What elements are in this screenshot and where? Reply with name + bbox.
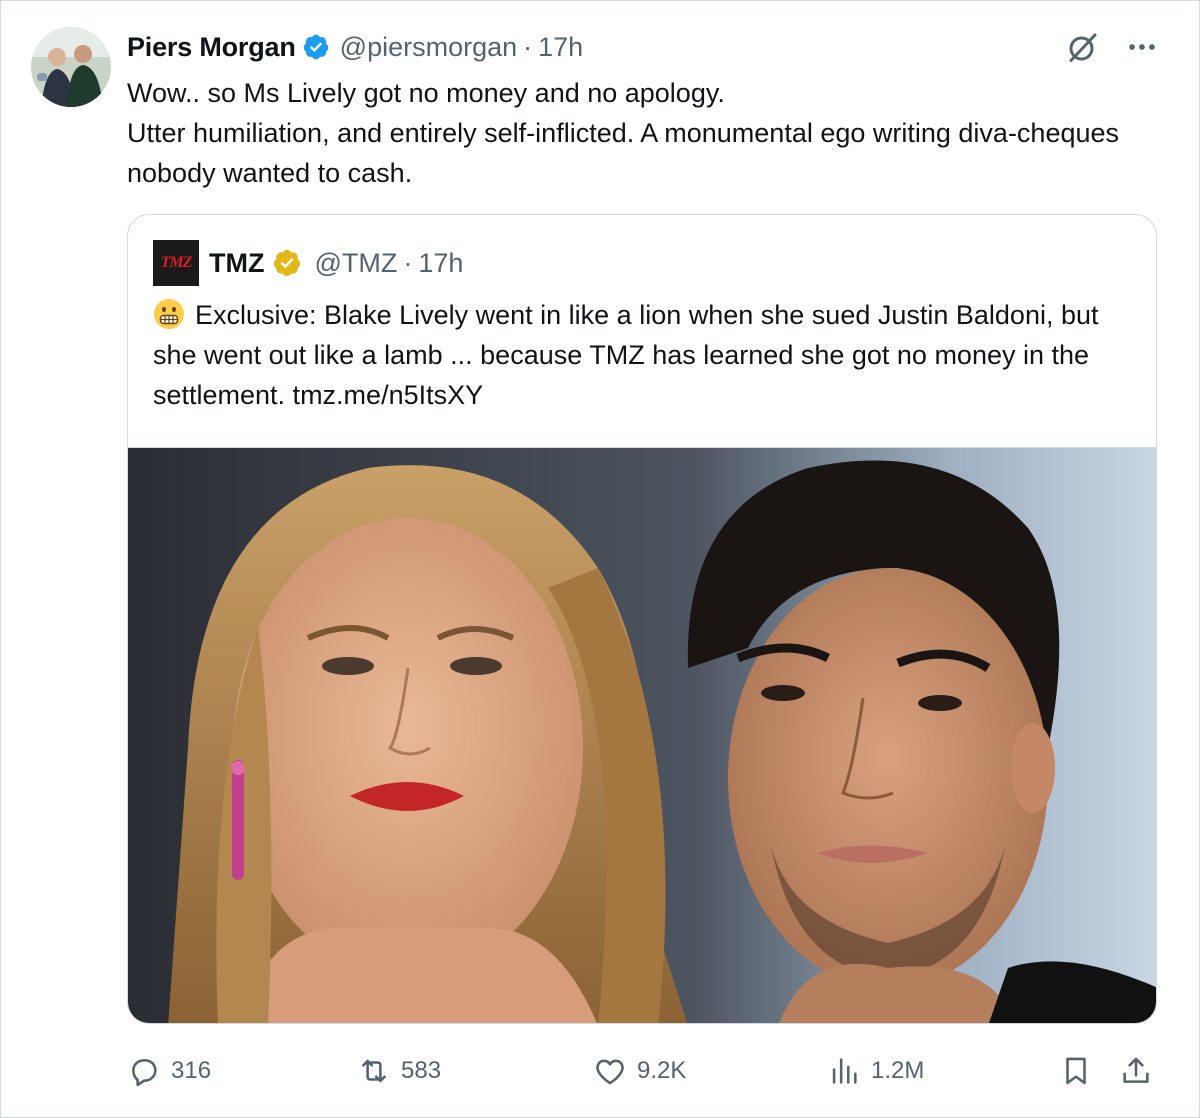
timestamp[interactable]: 17h xyxy=(538,32,583,63)
avatar[interactable] xyxy=(31,27,111,107)
quoted-tweet-body: Exclusive: Blake Lively went in like a l… xyxy=(153,300,1099,410)
separator-dot: · xyxy=(523,31,533,62)
separator-dot: · xyxy=(403,247,413,278)
gold-verified-badge-icon xyxy=(274,249,301,277)
more-icon[interactable] xyxy=(1125,30,1159,64)
quoted-tweet-header: TMZ TMZ @TMZ · 17h xyxy=(153,240,463,286)
tweet-actions: 316 583 9.2K 1.2M xyxy=(127,1049,1163,1093)
tweet-text: Wow.. so Ms Lively got no money and no a… xyxy=(127,73,1137,193)
verified-badge-icon xyxy=(303,34,328,60)
avatar-photo xyxy=(31,27,111,107)
grok-icon[interactable] xyxy=(1065,29,1101,65)
analytics-icon xyxy=(832,1058,857,1084)
reply-button[interactable]: 316 xyxy=(127,1049,211,1093)
reply-icon xyxy=(132,1059,157,1087)
bookmark-icon xyxy=(1066,1057,1086,1085)
tweet-text-line: Utter humiliation, and entirely self-inf… xyxy=(127,118,1120,188)
share-icon xyxy=(1123,1057,1149,1083)
view-count: 1.2M xyxy=(871,1057,925,1084)
repost-button[interactable]: 583 xyxy=(357,1049,441,1093)
tweet-header: Piers Morgan @piersmorgan · 17h xyxy=(127,29,583,65)
tweet-card[interactable]: Piers Morgan @piersmorgan · 17h Wow.. so… xyxy=(0,0,1200,1118)
quoted-tweet-image[interactable] xyxy=(128,447,1156,1023)
tweet-top-actions xyxy=(1065,29,1159,65)
heart-icon xyxy=(596,1059,624,1085)
repost-icon xyxy=(362,1059,386,1083)
like-button[interactable]: 9.2K xyxy=(593,1049,686,1093)
reply-count: 316 xyxy=(171,1057,212,1084)
quoted-author-handle[interactable]: @TMZ xyxy=(314,248,397,279)
grimacing-face-icon xyxy=(154,299,184,329)
author-handle[interactable]: @piersmorgan xyxy=(340,32,517,63)
author-name[interactable]: Piers Morgan xyxy=(127,32,296,63)
like-count: 9.2K xyxy=(637,1057,687,1084)
quoted-tweet-text: Exclusive: Blake Lively went in like a l… xyxy=(153,295,1143,415)
tweet-text-line: Wow.. so Ms Lively got no money and no a… xyxy=(127,78,725,108)
share-button[interactable] xyxy=(1119,1049,1163,1093)
quoted-tweet[interactable]: TMZ TMZ @TMZ · 17h Exclusive: Blake Live… xyxy=(127,214,1157,1024)
quoted-author-name[interactable]: TMZ xyxy=(209,248,264,279)
repost-count: 583 xyxy=(401,1057,442,1084)
photo-two-people xyxy=(128,448,1156,1023)
tmz-avatar[interactable]: TMZ xyxy=(153,240,199,286)
bookmark-button[interactable] xyxy=(1059,1049,1103,1093)
views-button[interactable]: 1.2M xyxy=(827,1049,924,1093)
quoted-timestamp[interactable]: 17h xyxy=(418,248,463,279)
